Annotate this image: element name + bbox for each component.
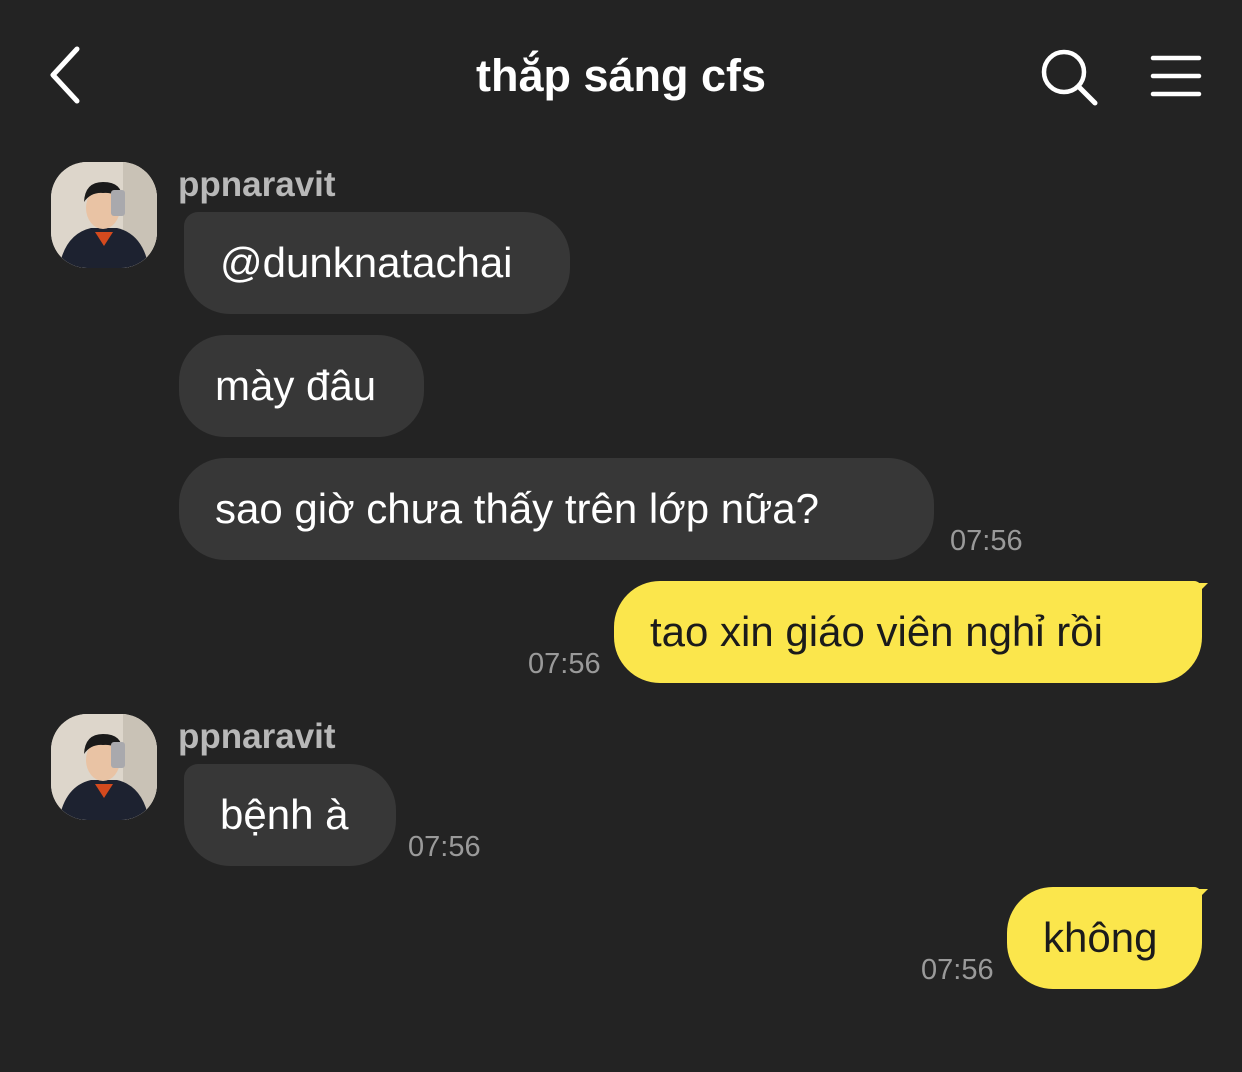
- message-timestamp: 07:56: [921, 954, 994, 986]
- chat-header: thắp sáng cfs: [0, 0, 1242, 150]
- message-timestamp: 07:56: [950, 525, 1023, 557]
- message-timestamp: 07:56: [408, 831, 481, 863]
- bubble-tail: [1194, 583, 1208, 597]
- incoming-message-bubble[interactable]: @dunknatachai: [184, 212, 570, 314]
- search-icon: [1041, 49, 1098, 106]
- sender-name: ppnaravit: [178, 165, 336, 204]
- chevron-left-icon: [50, 46, 80, 104]
- back-button[interactable]: [40, 42, 90, 108]
- person-photo-icon: [51, 162, 157, 268]
- sender-avatar[interactable]: [51, 714, 157, 820]
- incoming-message-bubble[interactable]: sao giờ chưa thấy trên lớp nữa?: [179, 458, 934, 560]
- incoming-message-bubble[interactable]: bệnh à: [184, 764, 396, 866]
- bubble-tail: [1194, 889, 1208, 903]
- search-button[interactable]: [1036, 46, 1102, 108]
- message-timestamp: 07:56: [528, 648, 601, 680]
- outgoing-message-bubble[interactable]: không: [1007, 887, 1202, 989]
- sender-name: ppnaravit: [178, 717, 336, 756]
- hamburger-menu-icon: [1150, 55, 1202, 97]
- sender-avatar[interactable]: [51, 162, 157, 268]
- outgoing-message-bubble[interactable]: tao xin giáo viên nghỉ rồi: [614, 581, 1202, 683]
- person-photo-icon: [51, 714, 157, 820]
- incoming-message-bubble[interactable]: mày đâu: [179, 335, 424, 437]
- menu-button[interactable]: [1146, 50, 1206, 102]
- chat-title: thắp sáng cfs: [475, 50, 767, 101]
